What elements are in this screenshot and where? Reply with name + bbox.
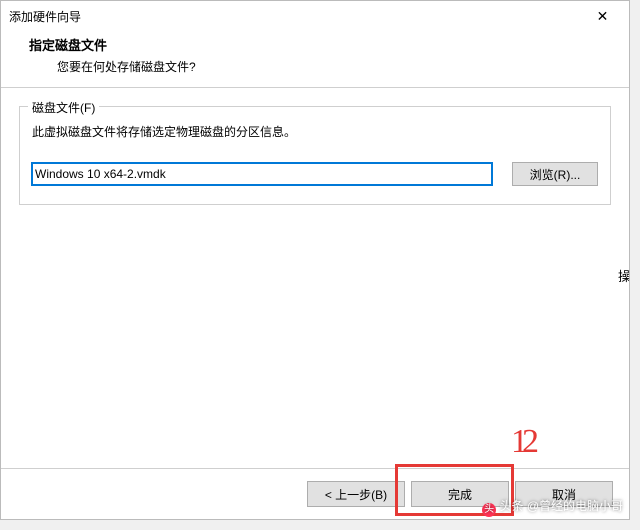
wizard-header: 指定磁盘文件 您要在何处存储磁盘文件? — [1, 31, 629, 87]
disk-file-legend: 磁盘文件(F) — [28, 99, 99, 116]
close-icon: ✕ — [597, 8, 609, 25]
disk-file-value: Windows 10 x64-2.vmdk — [35, 167, 166, 181]
annotation-number: 12 — [511, 423, 533, 461]
watermark: 头 头条 @曾经的电脑小哥 — [482, 497, 623, 517]
window-title: 添加硬件向导 — [9, 8, 580, 25]
right-edge-text: 操 — [618, 266, 630, 285]
back-button[interactable]: < 上一步(B) — [307, 481, 405, 507]
header-title: 指定磁盘文件 — [29, 35, 619, 54]
header-subtitle: 您要在何处存储磁盘文件? — [29, 58, 619, 75]
disk-file-description: 此虚拟磁盘文件将存储选定物理磁盘的分区信息。 — [32, 123, 598, 140]
disk-file-group: 磁盘文件(F) 此虚拟磁盘文件将存储选定物理磁盘的分区信息。 Windows 1… — [19, 106, 611, 205]
close-button[interactable]: ✕ — [580, 2, 625, 30]
wizard-window: 添加硬件向导 ✕ 指定磁盘文件 您要在何处存储磁盘文件? 磁盘文件(F) 此虚拟… — [0, 0, 630, 520]
wizard-body: 磁盘文件(F) 此虚拟磁盘文件将存储选定物理磁盘的分区信息。 Windows 1… — [1, 88, 629, 205]
disk-file-row: Windows 10 x64-2.vmdk 浏览(R)... — [32, 162, 598, 186]
titlebar: 添加硬件向导 ✕ — [1, 1, 629, 31]
watermark-icon: 头 — [482, 503, 496, 517]
disk-file-input[interactable]: Windows 10 x64-2.vmdk — [32, 163, 492, 185]
browse-button[interactable]: 浏览(R)... — [512, 162, 598, 186]
watermark-author: @曾经的电脑小哥 — [527, 499, 623, 513]
watermark-prefix: 头条 — [499, 499, 523, 513]
